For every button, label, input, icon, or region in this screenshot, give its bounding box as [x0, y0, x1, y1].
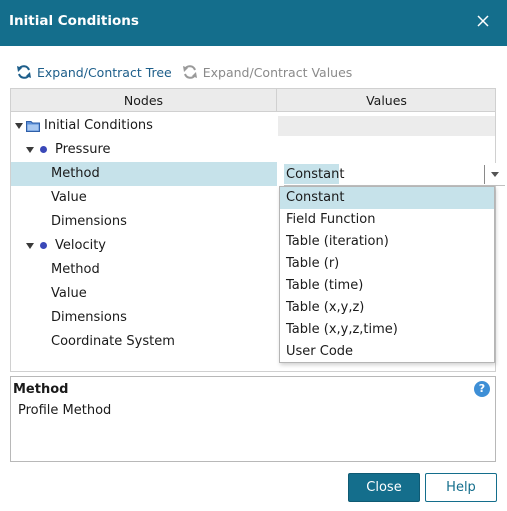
refresh-icon	[17, 65, 31, 79]
refresh-icon	[182, 65, 197, 79]
combobox-divider	[484, 165, 485, 184]
dropdown-option-constant[interactable]: Constant	[280, 187, 494, 209]
dropdown-option-table-r[interactable]: Table (r)	[280, 253, 494, 275]
dropdown-option-user-code[interactable]: User Code	[280, 341, 494, 363]
tree-node-label: Pressure	[55, 142, 111, 157]
tree-header: Nodes Values	[11, 89, 495, 112]
tree-row-initial-conditions[interactable]: Initial Conditions	[11, 114, 495, 138]
dropdown-option-table-time[interactable]: Table (time)	[280, 275, 494, 297]
info-title: Method	[13, 382, 69, 397]
tree-node-label: Method	[51, 166, 100, 181]
info-description: Profile Method	[18, 403, 112, 418]
dropdown-option-field-function[interactable]: Field Function	[280, 209, 494, 231]
title-bar: Initial Conditions	[0, 0, 507, 46]
expand-contract-tree-button[interactable]: Expand/Contract Tree	[16, 64, 172, 80]
tree-node-label: Coordinate System	[51, 334, 175, 349]
tree-node-label: Value	[51, 286, 87, 301]
help-button[interactable]: Help	[425, 473, 497, 502]
dropdown-option-table-xyz-time[interactable]: Table (x,y,z,time)	[280, 319, 494, 341]
value-cell	[278, 116, 495, 136]
tree-node-label: Velocity	[55, 238, 106, 253]
expand-contract-values-label: Expand/Contract Values	[202, 64, 353, 80]
tree-node-label: Initial Conditions	[44, 118, 153, 133]
expand-arrow-icon[interactable]	[26, 147, 34, 153]
nodes-column-header[interactable]: Nodes	[11, 89, 277, 112]
tree-row-pressure[interactable]: Pressure	[11, 138, 495, 162]
values-column-header[interactable]: Values	[278, 89, 495, 112]
tree-node-label: Dimensions	[51, 214, 127, 229]
tree-node-label: Value	[51, 190, 87, 205]
expand-arrow-icon[interactable]	[26, 243, 34, 249]
bullet-icon	[40, 146, 47, 153]
expand-contract-tree-label: Expand/Contract Tree	[37, 64, 172, 80]
combobox-value: Constant	[286, 167, 345, 182]
close-icon[interactable]	[473, 11, 493, 31]
bullet-icon	[40, 242, 47, 249]
dropdown-option-table-iteration[interactable]: Table (iteration)	[280, 231, 494, 253]
expand-arrow-icon[interactable]	[15, 123, 23, 129]
tree-node-label: Method	[51, 262, 100, 277]
method-dropdown-list: Constant Field Function Table (iteration…	[279, 186, 495, 363]
toolbar: Expand/Contract Tree Expand/Contract Val…	[16, 62, 362, 82]
method-combobox[interactable]: Constant	[284, 163, 505, 186]
window-title: Initial Conditions	[9, 13, 139, 29]
expand-contract-values-button[interactable]: Expand/Contract Values	[182, 64, 353, 80]
help-icon[interactable]: ?	[474, 381, 490, 397]
tree-node-label: Dimensions	[51, 310, 127, 325]
close-button[interactable]: Close	[348, 473, 420, 502]
folder-icon	[26, 121, 40, 132]
dropdown-option-table-xyz[interactable]: Table (x,y,z)	[280, 297, 494, 319]
chevron-down-icon[interactable]	[491, 172, 499, 177]
info-panel: Method Profile Method ?	[10, 376, 496, 462]
